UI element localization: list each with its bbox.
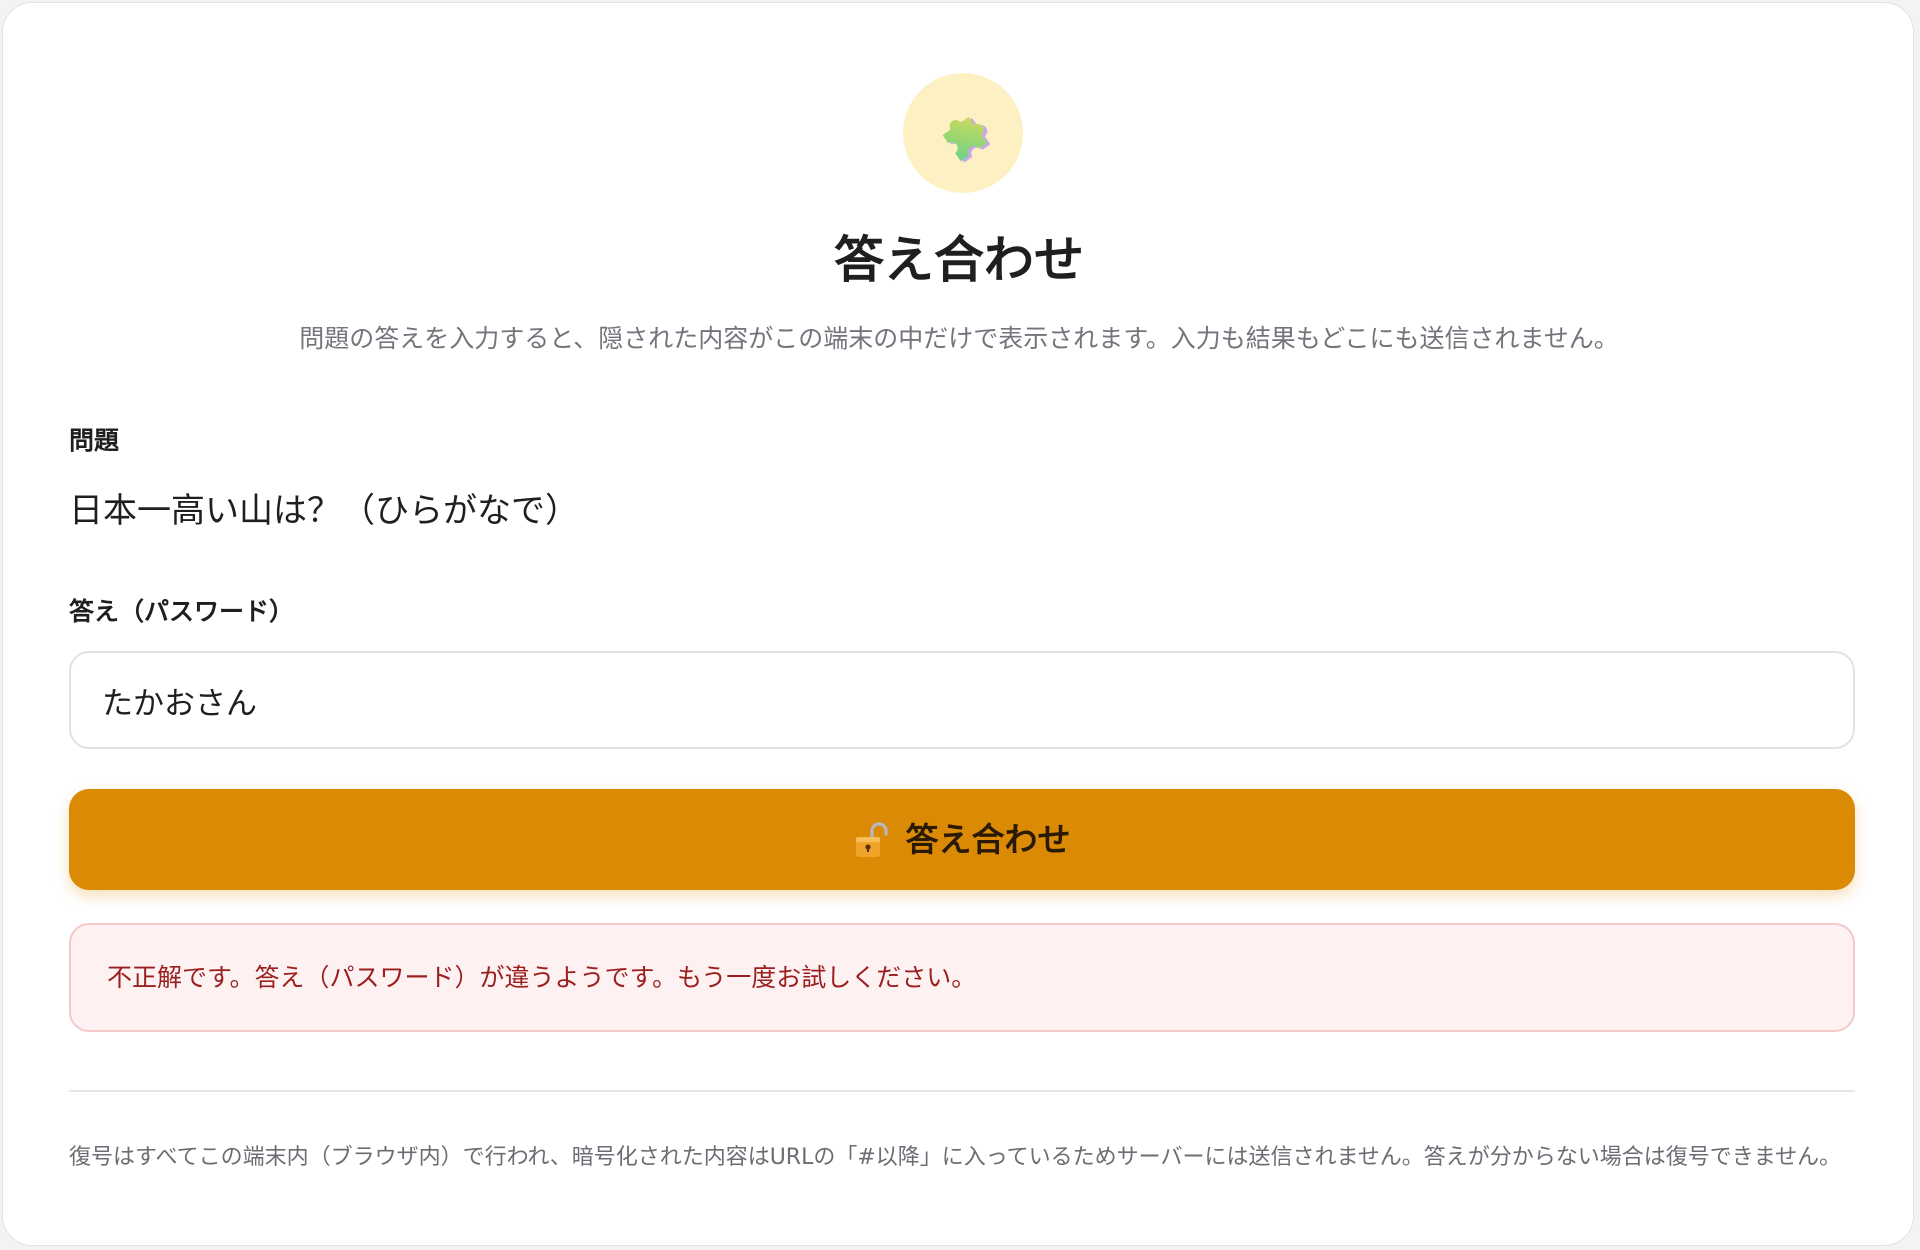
header-icon-badge: [903, 73, 1023, 193]
question-label: 問題: [69, 426, 120, 455]
submit-answer-button[interactable]: 答え合わせ: [69, 789, 1855, 890]
page-subtitle: 問題の答えを入力すると、隠された内容がこの端末の中だけで表示されます。入力も結果…: [299, 324, 1619, 353]
footer-note: 復号はすべてこの端末内（ブラウザ内）で行われ、暗号化された内容はURLの「#以降…: [69, 1145, 1842, 1170]
section-divider: [69, 1090, 1855, 1092]
submit-button-label: 答え合わせ: [905, 819, 1071, 859]
page-title: 答え合わせ: [834, 231, 1084, 289]
error-alert: 不正解です。答え（パスワード）が違うようです。もう一度お試しください。: [69, 923, 1855, 1032]
error-message: 不正解です。答え（パスワード）が違うようです。もう一度お試しください。: [107, 962, 977, 992]
answer-label: 答え（パスワード）: [69, 597, 295, 626]
answer-input[interactable]: [69, 651, 1855, 749]
unlocked-padlock-icon: [855, 821, 888, 857]
quiz-card: 答え合わせ 問題の答えを入力すると、隠された内容がこの端末の中だけで表示されます…: [2, 2, 1914, 1246]
puzzle-piece-icon: [942, 116, 991, 163]
question-text: 日本一高い山は？（ひらがなで）: [69, 491, 579, 531]
